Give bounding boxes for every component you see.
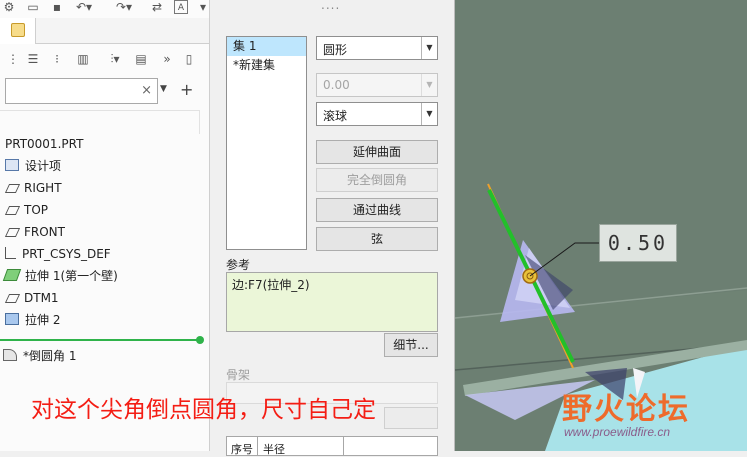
tree-item-top[interactable]: TOP — [4, 199, 49, 221]
forum-watermark: 野火论坛 www.proewildfire.cn — [562, 384, 690, 439]
tree-item-front[interactable]: FRONT — [4, 221, 65, 243]
undo-icon[interactable]: ↶▾ — [72, 0, 96, 14]
design-items-icon — [5, 159, 19, 171]
more-icon[interactable]: » — [160, 52, 174, 66]
extrude-icon — [5, 313, 19, 325]
creation-method-select[interactable]: 滚球 ▼ — [316, 102, 438, 126]
tree-filter-list-icon[interactable]: ⁝ — [50, 52, 64, 66]
clear-search-icon[interactable]: × — [141, 83, 152, 98]
tree-item-label: PRT0001.PRT — [5, 137, 84, 151]
tree-search-input[interactable]: × — [5, 78, 158, 104]
tree-item-label: TOP — [24, 203, 49, 217]
insert-here-handle[interactable] — [196, 336, 204, 344]
tree-item-label: *倒圆角 1 — [23, 349, 77, 363]
cross-section-shape-select[interactable]: 圆形 ▼ — [316, 36, 438, 60]
skeleton-label: 骨架 — [226, 368, 251, 382]
tree-item-extrude-2[interactable]: 拉伸 2 — [5, 309, 60, 331]
datum-plane-icon — [4, 184, 21, 193]
watermark-url: www.proewildfire.cn — [564, 425, 671, 439]
skeleton-details-button — [384, 407, 438, 429]
open-icon[interactable]: ▭ — [26, 0, 40, 14]
new-set-item[interactable]: *新建集 — [227, 56, 306, 75]
insert-here-line[interactable] — [0, 339, 200, 341]
conic-parameter-select: 0.00 ▼ — [316, 73, 438, 97]
tree-item-extrude-1[interactable]: 拉伸 1(第一个壁) — [2, 265, 118, 287]
chevron-down-icon: ▼ — [421, 37, 437, 59]
tree-item-label: FRONT — [24, 225, 65, 239]
tree-item-label: DTM1 — [24, 291, 59, 305]
column-divider — [257, 437, 258, 455]
csys-icon — [5, 247, 16, 259]
tree-item-round-1[interactable]: *倒圆角 1 — [3, 345, 76, 367]
document-icon[interactable]: ▯ — [182, 52, 196, 66]
tree-item-root[interactable]: PRT0001.PRT — [5, 133, 83, 155]
navigator-tabs — [0, 18, 209, 44]
select-value: 圆形 — [323, 43, 348, 57]
column-header-index: 序号 — [231, 443, 253, 456]
tree-item-label: 拉伸 1(第一个壁) — [25, 269, 118, 283]
add-filter-icon[interactable]: + — [180, 80, 193, 99]
chevron-down-icon: ▼ — [421, 74, 437, 96]
tree-filter-icon[interactable]: ⫶▾ — [106, 52, 124, 66]
tree-settings-icon[interactable]: ▤ — [134, 52, 148, 66]
set-item[interactable]: 集 1 — [227, 37, 306, 56]
column-header-radius: 半径 — [263, 443, 285, 456]
datum-plane-icon — [4, 294, 21, 303]
sets-list[interactable]: 集 1 *新建集 — [226, 36, 307, 250]
radius-table-header: 序号 半径 — [226, 436, 438, 456]
tab-model-tree[interactable] — [0, 18, 36, 44]
round-icon — [3, 349, 17, 361]
full-round-button: 完全倒圆角 — [316, 168, 438, 192]
round-sets-panel: .... 集 1 *新建集 圆形 ▼ 0.00 ▼ 滚球 ▼ 延伸曲面 完全倒圆… — [211, 0, 455, 456]
datum-plane-icon — [4, 228, 21, 237]
reference-value: 边:F7(拉伸_2) — [232, 278, 310, 292]
tree-item-label: 拉伸 2 — [25, 313, 61, 327]
tree-item-right[interactable]: RIGHT — [4, 177, 62, 199]
through-curve-button[interactable]: 通过曲线 — [316, 198, 438, 222]
annotation-icon[interactable]: A — [174, 0, 188, 14]
sheetmetal-wall-icon — [2, 269, 22, 281]
tree-item-label: RIGHT — [24, 181, 62, 195]
tree-item-label: 设计项 — [25, 159, 62, 173]
search-dropdown-icon[interactable]: ▼ — [160, 84, 172, 98]
tree-header-separator — [0, 110, 200, 134]
radius-dimension[interactable]: 0.50 — [599, 224, 677, 262]
instruction-caption: 对这个尖角倒点圆角，尺寸自己定 — [31, 397, 376, 423]
save-icon[interactable]: ▪ — [50, 0, 64, 14]
switch-window-icon[interactable]: ⇄ — [150, 0, 164, 14]
tree-item-label: PRT_CSYS_DEF — [22, 247, 111, 261]
tree-toolbar: ⋮ ☰ ⁝ ▥ ⫶▾ ▤ » ▯ — [0, 48, 209, 74]
references-collector[interactable]: 边:F7(拉伸_2) — [226, 272, 438, 332]
layers-icon — [11, 23, 25, 37]
tree-item-csys[interactable]: PRT_CSYS_DEF — [5, 243, 111, 265]
chevron-down-icon: ▼ — [421, 103, 437, 125]
datum-plane-icon — [4, 206, 21, 215]
toolbar-grip-icon: ⋮ — [7, 52, 19, 66]
watermark-title: 野火论坛 — [562, 392, 690, 427]
chordal-button[interactable]: 弦 — [316, 227, 438, 251]
tree-columns-icon[interactable]: ☰ — [26, 52, 40, 66]
toolbar-dropdown-icon[interactable]: ▾ — [196, 0, 209, 14]
regenerate-icon[interactable]: ⚙ — [2, 0, 16, 14]
show-columns-icon[interactable]: ▥ — [76, 52, 90, 66]
column-divider — [343, 437, 344, 455]
tree-item-dtm1[interactable]: DTM1 — [4, 287, 59, 309]
select-value: 滚球 — [323, 109, 348, 123]
model-tree-pane: ⚙ ▭ ▪ ↶▾ ↷▾ ⇄ A ▾ ⋮ ☰ ⁝ ▥ ⫶▾ ▤ » ▯ × ▼ +… — [0, 0, 210, 451]
panel-grip-icon[interactable]: .... — [321, 0, 340, 12]
extend-surfaces-button[interactable]: 延伸曲面 — [316, 140, 438, 164]
redo-icon[interactable]: ↷▾ — [112, 0, 136, 14]
tree-item-design-items[interactable]: 设计项 — [5, 155, 61, 177]
references-label: 参考 — [226, 258, 251, 272]
details-button[interactable]: 细节... — [384, 333, 438, 357]
select-value: 0.00 — [323, 78, 350, 92]
